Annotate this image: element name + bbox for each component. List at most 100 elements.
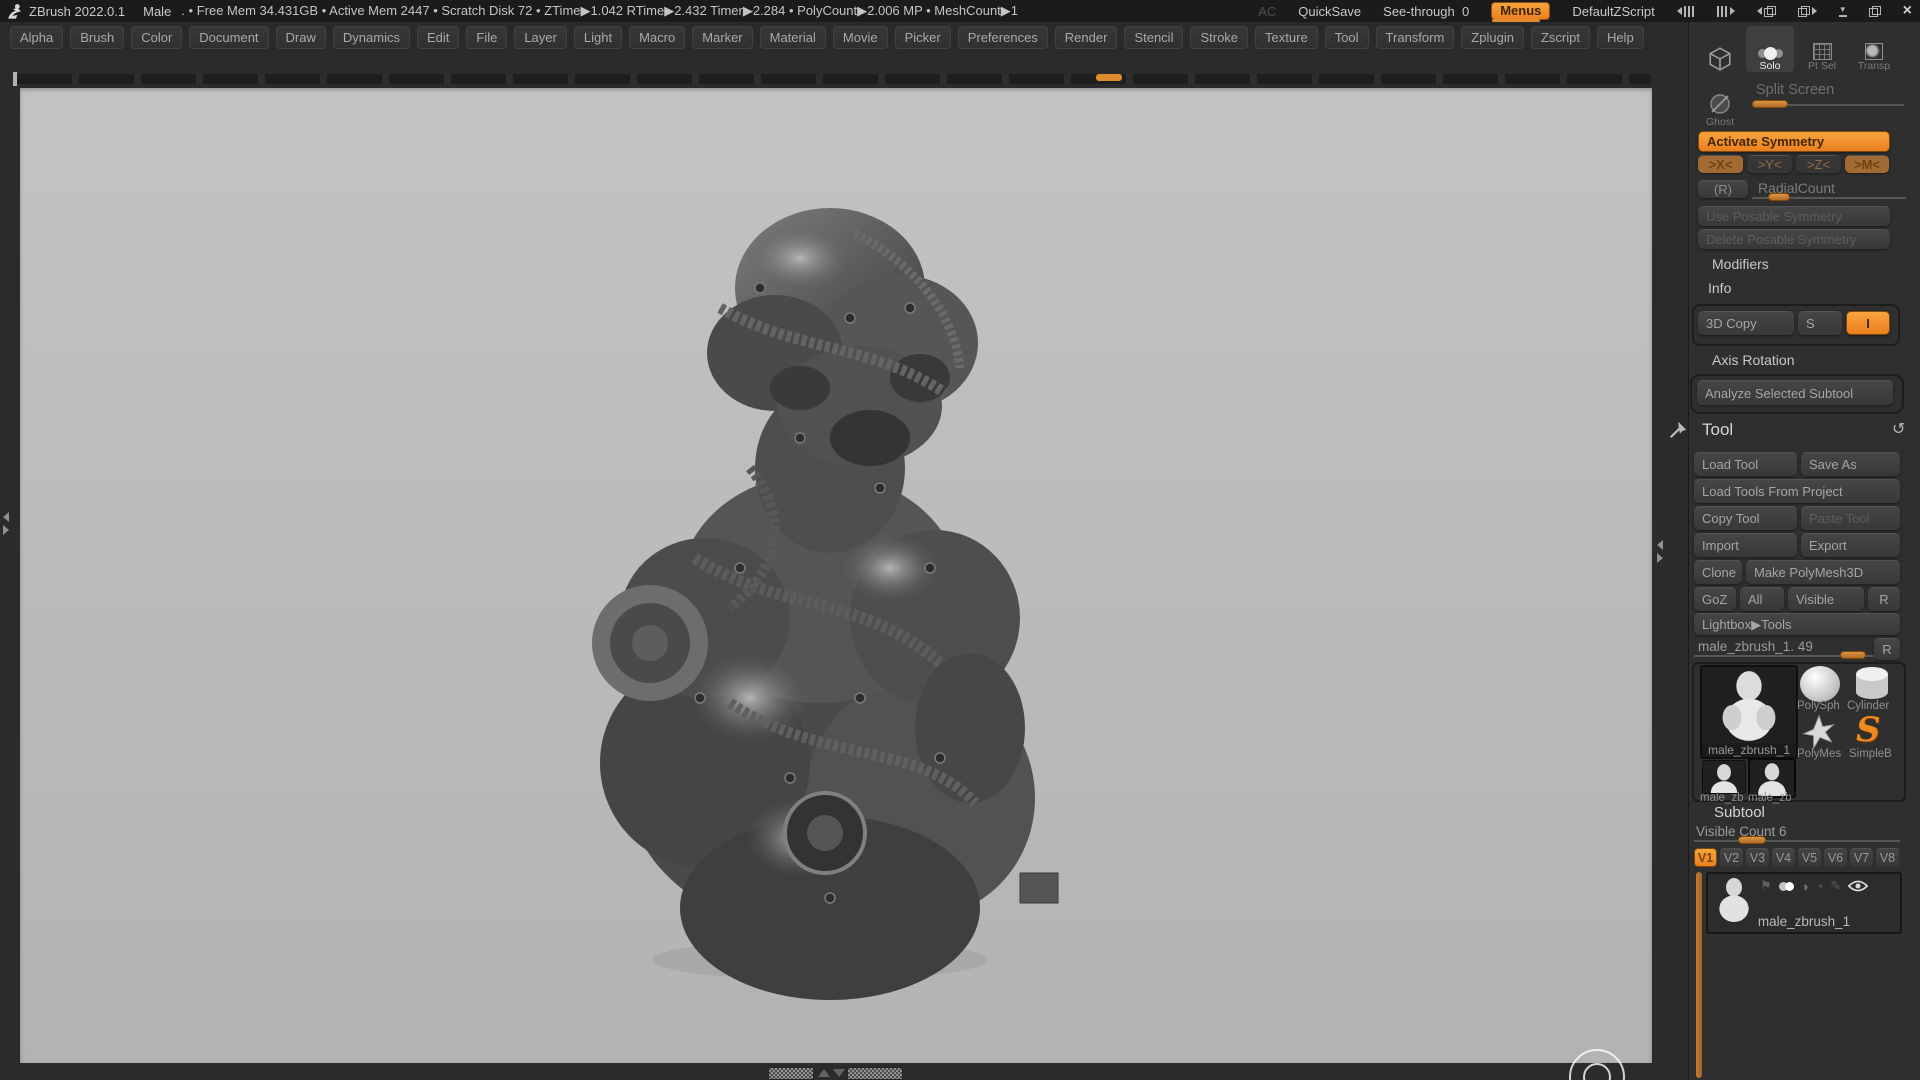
copy-tool-button[interactable]: Copy Tool [1694,506,1797,530]
menu-color[interactable]: Color [131,26,182,49]
quicksave-button[interactable]: QuickSave [1298,4,1361,19]
symmetry-m-button[interactable]: >M< [1845,155,1889,173]
load-tools-from-project-button[interactable]: Load Tools From Project [1694,479,1900,503]
axis-rotation-header[interactable]: Axis Rotation [1712,352,1794,368]
close-icon[interactable]: × [1903,4,1912,18]
bottom-tray-handle-left[interactable] [768,1067,814,1080]
polymesh-star-thumbnail[interactable] [1799,714,1841,750]
sculpt-viewport[interactable] [20,88,1652,1063]
make-polymesh3d-button[interactable]: Make PolyMesh3D [1746,560,1900,584]
window-cascade-left-icon[interactable] [1757,6,1776,17]
menu-edit[interactable]: Edit [417,26,459,49]
export-button[interactable]: Export [1801,533,1900,557]
menu-zscript[interactable]: Zscript [1531,26,1590,49]
default-zscript-button[interactable]: DefaultZScript [1572,4,1654,19]
subtool-tab-v8[interactable]: V8 [1876,848,1899,867]
menus-toggle-button[interactable]: Menus [1491,2,1550,20]
menu-render[interactable]: Render [1055,26,1118,49]
subtool-tab-v5[interactable]: V5 [1798,848,1821,867]
menu-material[interactable]: Material [760,26,826,49]
clone-button[interactable]: Clone [1694,560,1742,584]
window-cascade-right-icon[interactable] [1798,6,1817,17]
save-as-button[interactable]: Save As [1801,452,1900,476]
analyze-selected-subtool-button[interactable]: Analyze Selected Subtool [1697,380,1893,405]
visibility-eye-icon[interactable] [1848,880,1868,892]
goz-all-button[interactable]: All [1740,587,1784,611]
load-tool-button[interactable]: Load Tool [1694,452,1797,476]
subtool-header[interactable]: Subtool [1714,804,1765,821]
visible-count-slider-handle[interactable] [1738,836,1766,844]
radial-count-slider-handle[interactable] [1768,193,1790,201]
simple-brush-logo[interactable]: S [1856,710,1881,750]
menu-light[interactable]: Light [574,26,622,49]
see-through-slider[interactable]: See-through 0 [1383,4,1469,19]
delete-posable-symmetry-button[interactable]: Delete Posable Symmetry [1698,229,1890,249]
subtool-tab-v3[interactable]: V3 [1746,848,1769,867]
menu-file[interactable]: File [466,26,507,49]
restore-icon[interactable] [1869,6,1881,17]
import-button[interactable]: Import [1694,533,1797,557]
ghost-button[interactable]: Ghost [1698,78,1742,128]
timeline-strip[interactable] [17,74,1651,84]
polysphere-thumbnail[interactable] [1800,666,1840,702]
menu-document[interactable]: Document [189,26,268,49]
tool-thumbnail-selected[interactable]: male_zbrush_1 [1700,665,1798,759]
perspective-cube-button[interactable] [1698,26,1742,72]
bottom-tray-handle-right[interactable] [847,1067,903,1080]
subtool-tab-v6[interactable]: V6 [1824,848,1847,867]
current-tool-slider-label[interactable]: male_zbrush_1. 49 [1698,639,1813,654]
timeline-marker[interactable] [1096,74,1122,81]
left-tray-toggle[interactable] [3,512,9,535]
menu-help[interactable]: Help [1597,26,1644,49]
lightbox-tools-button[interactable]: Lightbox▶Tools [1694,613,1900,635]
minimize-icon[interactable]: ▼ [1839,6,1847,17]
menu-alpha[interactable]: Alpha [10,26,63,49]
subtool-scrollbar[interactable] [1696,872,1702,1078]
s-button[interactable]: S [1798,311,1842,335]
visible-count-slider[interactable] [1694,840,1900,842]
activate-symmetry-button[interactable]: Activate Symmetry [1698,131,1890,152]
tool-restore-icon[interactable]: ↺ [1892,419,1905,439]
menu-stroke[interactable]: Stroke [1190,26,1248,49]
menu-layer[interactable]: Layer [514,26,567,49]
menu-brush[interactable]: Brush [70,26,124,49]
copy-3d-button[interactable]: 3D Copy [1698,311,1794,335]
menu-tool[interactable]: Tool [1325,26,1369,49]
flag-icon[interactable]: ⚑ [1760,878,1772,894]
tool-palette-header[interactable]: Tool [1702,420,1733,440]
symmetry-y-button[interactable]: >Y< [1747,155,1792,173]
split-screen-slider-handle[interactable] [1752,100,1788,108]
i-button[interactable]: I [1846,311,1890,335]
menu-picker[interactable]: Picker [895,26,951,49]
transp-button[interactable]: Transp [1850,26,1898,72]
info-header[interactable]: Info [1708,280,1731,296]
tool-thumbnail-small-1[interactable] [1702,760,1746,794]
cylinder-thumbnail[interactable] [1850,664,1894,702]
subtool-tab-v7[interactable]: V7 [1850,848,1873,867]
menu-marker[interactable]: Marker [692,26,752,49]
quarter-circle-icon[interactable]: ◔ [1816,879,1824,894]
subtool-tab-v1[interactable]: V1 [1694,848,1717,867]
menu-transform[interactable]: Transform [1376,26,1455,49]
symmetry-x-button[interactable]: >X< [1698,155,1743,173]
hammer-icon[interactable] [1668,418,1690,440]
radial-symmetry-button[interactable]: (R) [1698,180,1748,198]
menu-stencil[interactable]: Stencil [1124,26,1183,49]
tool-r-button[interactable]: R [1874,638,1900,660]
menu-zplugin[interactable]: Zplugin [1461,26,1524,49]
menu-dynamics[interactable]: Dynamics [333,26,410,49]
menu-preferences[interactable]: Preferences [958,26,1048,49]
subtool-tab-v2[interactable]: V2 [1720,848,1743,867]
goz-visible-button[interactable]: Visible [1788,587,1864,611]
bottom-tray-arrows[interactable] [818,1069,845,1077]
goz-r-button[interactable]: R [1868,587,1900,611]
current-tool-slider-handle[interactable] [1840,651,1866,659]
right-tray-toggle[interactable] [1657,540,1663,563]
symmetry-z-button[interactable]: >Z< [1796,155,1841,173]
brush-icon[interactable]: ✎ [1830,878,1841,894]
goz-button[interactable]: GoZ [1694,587,1736,611]
menu-draw[interactable]: Draw [276,26,326,49]
pt-sel-button[interactable]: Pt Sel [1798,26,1846,72]
solo-button[interactable]: Solo [1746,26,1794,72]
use-posable-symmetry-button[interactable]: Use Posable Symmetry [1698,206,1890,226]
